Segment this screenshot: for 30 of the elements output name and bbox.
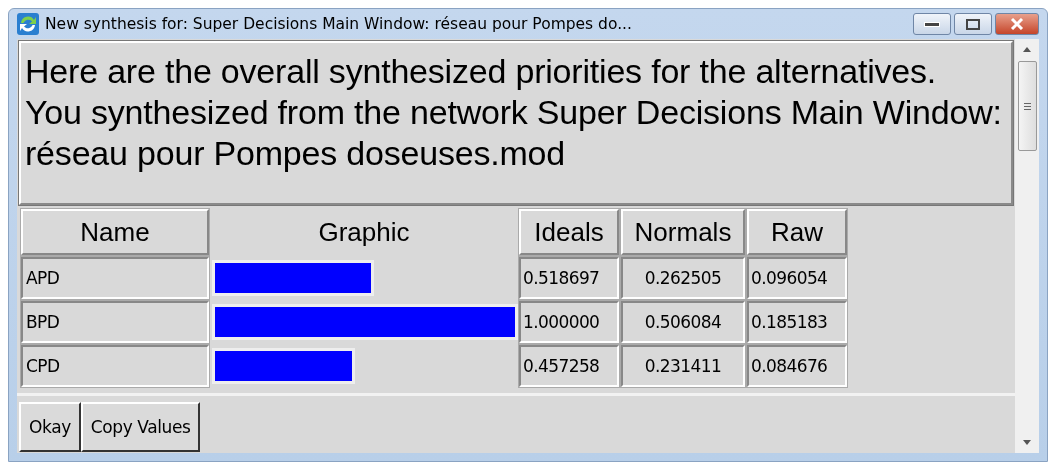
- close-icon: [1009, 18, 1025, 30]
- scroll-up-icon[interactable]: [1022, 45, 1032, 53]
- scroll-thumb[interactable]: [1017, 61, 1037, 151]
- table-cell: APD: [21, 257, 209, 299]
- action-button[interactable]: Okay: [19, 402, 81, 452]
- table-cell: 0.084676: [747, 345, 847, 387]
- scrollbar[interactable]: [1015, 39, 1039, 453]
- table-cell: 0.185183: [747, 301, 847, 343]
- table-cell: BPD: [21, 301, 209, 343]
- column-header: Name: [21, 209, 209, 255]
- column-header: Graphic: [317, 215, 411, 249]
- column-header: Normals: [621, 209, 745, 255]
- window-title: New synthesis for: Super Decisions Main Window: réseau pour Pompes do...: [45, 15, 633, 33]
- minimize-button[interactable]: [913, 13, 951, 35]
- table-cell: 0.518697: [519, 257, 619, 299]
- table-cell: 0.262505: [621, 257, 745, 299]
- table-cell: 0.457258: [519, 345, 619, 387]
- close-button[interactable]: [995, 13, 1039, 35]
- table-cell: 0.096054: [747, 257, 847, 299]
- app-icon: [17, 13, 39, 35]
- maximize-button[interactable]: [954, 13, 992, 35]
- scroll-down-icon[interactable]: [1022, 439, 1032, 447]
- message-text: Here are the overall synthesized priorities for the alternatives. You synthesized from the network Super Decisions Main Window: réseau pour Pompes doseuses.mod: [19, 41, 1013, 205]
- column-header: Ideals: [519, 209, 619, 255]
- column-header: Raw: [747, 209, 847, 255]
- table-cell: 0.506084: [621, 301, 745, 343]
- table-cell: 0.231411: [621, 345, 745, 387]
- table-cell: CPD: [21, 345, 209, 387]
- table-cell: 1.000000: [519, 301, 619, 343]
- action-button[interactable]: Copy Values: [80, 402, 201, 452]
